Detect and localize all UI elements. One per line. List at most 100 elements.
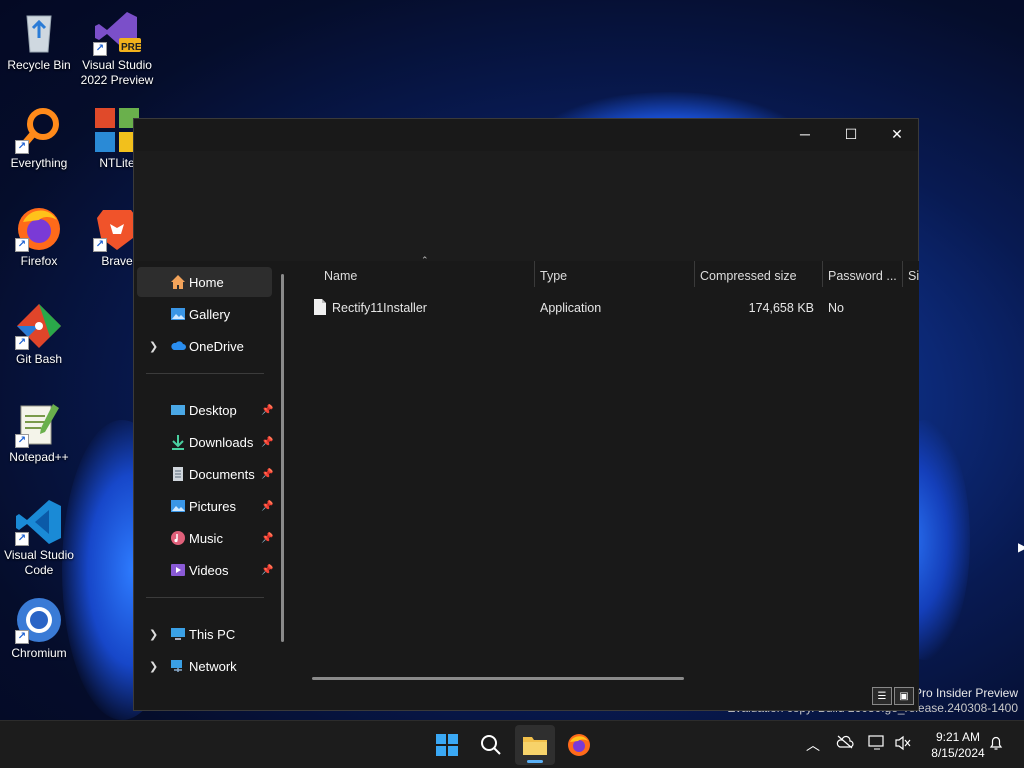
clock-date: 8/15/2024 xyxy=(931,746,985,760)
computer-icon xyxy=(170,626,186,642)
firefox-icon: ↗ xyxy=(15,204,63,252)
nav-item-pictures[interactable]: Pictures 📌 xyxy=(137,491,274,521)
maximize-button[interactable]: ☐ xyxy=(828,119,874,149)
document-icon xyxy=(170,466,186,482)
navigation-pane: Home Gallery ❯ OneDrive Desktop 📌 Downlo… xyxy=(134,261,292,689)
shortcut-arrow-icon: ↗ xyxy=(15,238,29,252)
pin-icon: 📌 xyxy=(261,468,274,480)
onedrive-cloud-icon xyxy=(170,338,186,354)
network-icon xyxy=(170,658,186,674)
nav-item-onedrive[interactable]: ❯ OneDrive xyxy=(137,331,272,361)
desktop-icon-label: Everything xyxy=(10,156,68,170)
desktop-icon-chromium[interactable]: ↗ Chromium xyxy=(0,596,78,661)
nav-item-home[interactable]: Home xyxy=(137,267,272,297)
desktop-icon-label: Git Bash xyxy=(15,352,63,366)
close-button[interactable]: ✕ xyxy=(874,119,920,149)
column-header-size[interactable]: Si xyxy=(908,261,919,291)
git-bash-icon: ↗ xyxy=(15,302,63,350)
chevron-right-icon[interactable]: ❯ xyxy=(149,340,158,353)
column-divider[interactable] xyxy=(822,261,823,287)
file-icon xyxy=(314,299,326,318)
network-status-icon[interactable] xyxy=(868,735,886,754)
nav-item-documents[interactable]: Documents 📌 xyxy=(137,459,274,489)
recycle-bin-icon xyxy=(15,8,63,56)
column-divider[interactable] xyxy=(534,261,535,287)
nav-item-downloads[interactable]: Downloads 📌 xyxy=(137,427,274,457)
windows-logo-icon xyxy=(436,734,458,756)
shortcut-arrow-icon: ↗ xyxy=(15,532,29,546)
file-compressed-size: 174,658 KB xyxy=(748,301,814,315)
file-password: No xyxy=(828,301,844,315)
column-header-compressed-size[interactable]: Compressed size xyxy=(700,261,797,291)
nav-divider xyxy=(146,597,264,598)
column-header-password[interactable]: Password ... xyxy=(828,261,897,291)
nav-scrollbar[interactable] xyxy=(281,274,284,642)
pin-icon: 📌 xyxy=(261,500,274,512)
title-bar[interactable]: ─ ☐ ✕ xyxy=(134,119,918,151)
desktop-icon-firefox[interactable]: ↗ Firefox xyxy=(0,204,78,269)
nav-item-this-pc[interactable]: ❯ This PC xyxy=(137,619,272,649)
shortcut-arrow-icon: ↗ xyxy=(15,140,29,154)
nav-item-label: Pictures xyxy=(189,498,236,514)
shortcut-arrow-icon: ↗ xyxy=(15,434,29,448)
nav-item-label: Documents xyxy=(189,466,255,482)
picture-icon xyxy=(170,498,186,514)
desktop-icon-visual-studio-2022[interactable]: PRE ↗ Visual Studio 2022 Preview xyxy=(78,8,156,88)
nav-item-label: This PC xyxy=(189,626,236,642)
nav-item-videos[interactable]: Videos 📌 xyxy=(137,555,274,585)
everything-search-icon: ↗ xyxy=(15,106,63,154)
nav-item-music[interactable]: Music 📌 xyxy=(137,523,273,553)
active-app-indicator xyxy=(527,760,543,763)
chevron-right-icon[interactable]: ❯ xyxy=(149,660,158,673)
desktop-icon-git-bash[interactable]: ↗ Git Bash xyxy=(0,302,78,367)
column-header-type[interactable]: Type xyxy=(540,261,567,291)
nav-item-label: Gallery xyxy=(189,306,231,322)
horizontal-scrollbar[interactable] xyxy=(312,677,684,680)
toolbar-area xyxy=(134,151,918,261)
desktop-icon-everything[interactable]: ↗ Everything xyxy=(0,106,78,171)
search-button[interactable] xyxy=(471,725,511,765)
chromium-icon: ↗ xyxy=(15,596,63,644)
desktop-icon-label: Visual Studio Code xyxy=(4,548,74,577)
desktop-icon-notepad-plus-plus[interactable]: ↗ Notepad++ xyxy=(0,400,78,465)
nav-item-desktop[interactable]: Desktop 📌 xyxy=(137,395,274,425)
large-icons-view-button[interactable]: ▣ xyxy=(894,687,914,705)
nav-item-network[interactable]: ❯ Network xyxy=(137,651,272,681)
nav-item-label: Desktop xyxy=(189,402,237,418)
shortcut-arrow-icon: ↗ xyxy=(15,630,29,644)
nav-item-label: Home xyxy=(189,274,224,290)
desktop-icon-label: Notepad++ xyxy=(9,450,69,464)
column-divider[interactable] xyxy=(902,261,903,287)
notification-bell-icon[interactable] xyxy=(988,735,1004,754)
details-view-button[interactable]: ☰ xyxy=(872,687,892,705)
sort-ascending-icon: ⌃ xyxy=(421,255,429,265)
chevron-up-icon[interactable]: ︿ xyxy=(806,735,820,755)
desktop-icon-vscode[interactable]: ↗ Visual Studio Code xyxy=(0,498,78,578)
file-name: Rectify11Installer xyxy=(332,301,427,315)
pin-icon: 📌 xyxy=(261,436,274,448)
music-note-icon xyxy=(170,530,186,546)
nav-item-label: Music xyxy=(189,530,223,546)
nav-divider xyxy=(146,373,264,374)
column-divider[interactable] xyxy=(694,261,695,287)
column-header-name[interactable]: Name xyxy=(324,261,357,291)
shortcut-arrow-icon: ↗ xyxy=(93,238,107,252)
file-explorer-window[interactable]: ─ ☐ ✕ Home Gallery ❯ OneDrive Desktop 📌 … xyxy=(133,118,919,711)
pin-icon: 📌 xyxy=(261,404,274,416)
file-list[interactable]: ⌃ Name Type Compressed size Password ...… xyxy=(292,255,919,689)
pin-icon: 📌 xyxy=(261,564,274,576)
video-icon xyxy=(170,562,186,578)
nav-item-label: Videos xyxy=(189,562,229,578)
desktop-icon-label: Firefox xyxy=(20,254,58,268)
home-icon xyxy=(170,274,186,290)
system-clock[interactable]: 9:21 AM 8/15/2024 xyxy=(918,729,998,761)
nav-item-gallery[interactable]: Gallery xyxy=(137,299,272,329)
chevron-right-icon[interactable]: ❯ xyxy=(149,628,158,641)
volume-muted-icon[interactable] xyxy=(894,735,912,754)
start-button[interactable] xyxy=(427,725,467,765)
onedrive-offline-icon[interactable] xyxy=(836,735,854,752)
minimize-button[interactable]: ─ xyxy=(782,119,828,149)
taskbar-firefox[interactable] xyxy=(559,725,599,765)
desktop-icon-recycle-bin[interactable]: Recycle Bin xyxy=(0,8,78,73)
taskbar-file-explorer[interactable] xyxy=(515,725,555,765)
